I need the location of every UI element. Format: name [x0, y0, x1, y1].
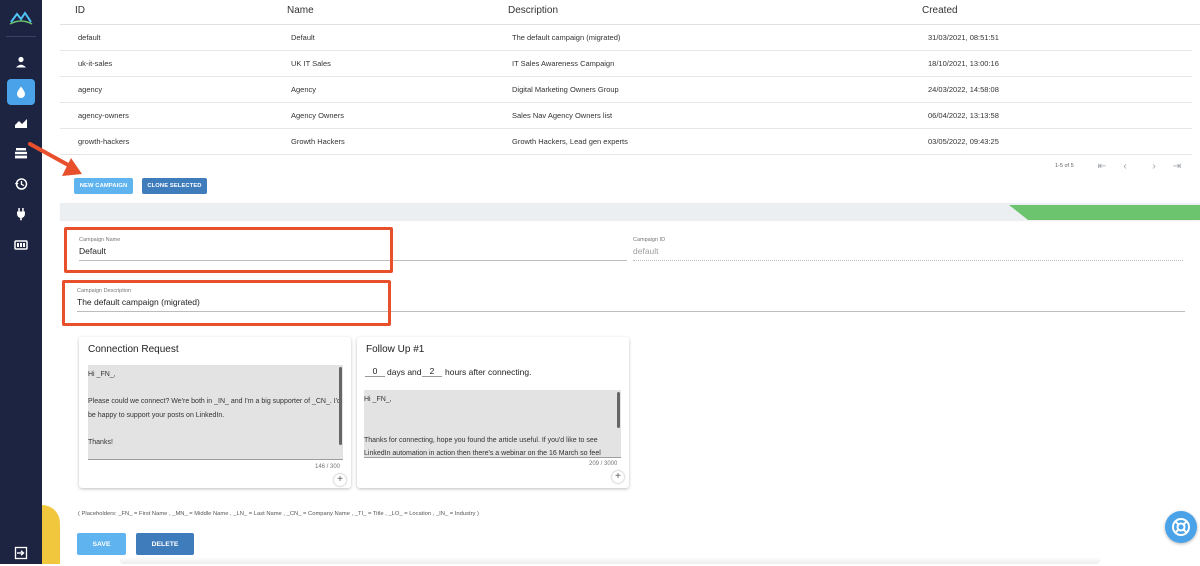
sidebar-item-devices[interactable]: [7, 232, 35, 258]
campaign-id-label: Campaign ID: [633, 237, 666, 243]
cell-created: 18/10/2021, 13:00:16: [928, 59, 999, 68]
sidebar-divider: [6, 36, 36, 37]
cell-name: Agency Owners: [291, 111, 344, 120]
logout-icon: [14, 546, 28, 560]
annotation-box-name: [64, 227, 393, 273]
plug-icon: [17, 208, 25, 221]
pagination-range: 1-5 of 5: [1055, 163, 1074, 169]
hours-input[interactable]: 2: [422, 366, 442, 377]
connection-message-textarea[interactable]: Hi _FN_, Please could we connect? We're …: [88, 365, 343, 460]
next-page-icon[interactable]: ›: [1148, 160, 1160, 172]
hours-label: hours after connecting.: [445, 367, 532, 377]
character-counter: 146 / 300: [315, 464, 341, 470]
chart-icon: [15, 119, 27, 128]
first-page-icon[interactable]: ⇤: [1096, 160, 1108, 172]
table-row[interactable]: agency Agency Digital Marketing Owners G…: [60, 76, 1192, 103]
column-header-description[interactable]: Description: [508, 5, 558, 16]
cell-id: agency: [78, 85, 103, 94]
days-input[interactable]: 0: [365, 366, 385, 377]
cell-description: Growth Hackers, Lead gen experts: [512, 137, 628, 146]
table-row[interactable]: agency-owners Agency Owners Sales Nav Ag…: [60, 102, 1192, 129]
card-title: Follow Up #1: [366, 344, 425, 355]
add-icon[interactable]: +: [334, 474, 346, 486]
sidebar-item-analytics[interactable]: [7, 110, 35, 136]
cell-name: Default: [291, 33, 315, 42]
sidebar-item-integrations[interactable]: [7, 201, 35, 227]
annotation-arrow-icon: [28, 142, 82, 176]
cell-id: uk-it-sales: [78, 59, 113, 68]
cell-name: Growth Hackers: [291, 137, 345, 146]
cell-created: 24/03/2022, 14:58:08: [928, 85, 999, 94]
table-row[interactable]: uk-it-sales UK IT Sales IT Sales Awarene…: [60, 50, 1192, 77]
annotation-box-description: [62, 280, 391, 326]
connection-request-card: Connection Request Hi _FN_, Please could…: [79, 337, 351, 488]
cell-description: Digital Marketing Owners Group: [512, 85, 619, 94]
logo-icon[interactable]: [9, 8, 33, 28]
sidebar-item-logout[interactable]: [7, 540, 35, 566]
cell-id: agency-owners: [78, 111, 129, 120]
placeholders-help-text: ( Placeholders: _FN_ = First Name , _MN_…: [78, 511, 479, 517]
campaigns-table-panel: ID Name Description Created default Defa…: [60, 0, 1200, 203]
delete-button[interactable]: DELETE: [136, 533, 194, 555]
cell-id: default: [78, 33, 101, 42]
add-icon[interactable]: +: [612, 471, 624, 483]
help-button[interactable]: [1165, 511, 1197, 543]
sidebar-item-profile[interactable]: [7, 49, 35, 75]
textarea-scrollbar[interactable]: [617, 392, 620, 428]
bottom-shadow: [120, 557, 1100, 564]
column-header-name[interactable]: Name: [287, 5, 314, 16]
clone-selected-button[interactable]: CLONE SELECTED: [142, 178, 207, 194]
cell-name: UK IT Sales: [291, 59, 331, 68]
column-header-created[interactable]: Created: [922, 5, 958, 16]
cell-description: Sales Nav Agency Owners list: [512, 111, 613, 120]
cell-created: 31/03/2021, 08:51:51: [928, 33, 999, 42]
cell-created: 03/05/2022, 09:43:25: [928, 137, 999, 146]
campaign-id-field: Campaign ID default: [633, 237, 1183, 261]
column-header-id[interactable]: ID: [75, 5, 85, 16]
table-header: ID Name Description Created: [60, 0, 1200, 25]
user-icon: [16, 56, 26, 68]
drop-icon: [17, 86, 25, 98]
card-title: Connection Request: [88, 344, 179, 355]
cell-description: IT Sales Awareness Campaign: [512, 59, 615, 68]
sidebar: [0, 0, 42, 564]
prev-page-icon[interactable]: ‹: [1119, 160, 1131, 172]
follow-up-card: Follow Up #1 Hi _FN_, Thanks for connect…: [357, 337, 629, 488]
textarea-scrollbar[interactable]: [339, 367, 342, 445]
sidebar-item-campaigns[interactable]: [7, 79, 35, 105]
cell-name: Agency: [291, 85, 317, 94]
follow-up-message-textarea[interactable]: Hi _FN_, Thanks for connecting, hope you…: [364, 390, 621, 458]
character-counter: 209 / 3000: [589, 461, 618, 467]
cell-description: The default campaign (migrated): [512, 33, 621, 42]
decorative-accent-yellow: [42, 505, 60, 564]
cell-created: 06/04/2022, 13:13:58: [928, 111, 999, 120]
table-row[interactable]: growth-hackers Growth Hackers Growth Hac…: [60, 128, 1192, 155]
table-row[interactable]: default Default The default campaign (mi…: [60, 24, 1192, 51]
last-page-icon[interactable]: ⇥: [1171, 160, 1183, 172]
campaign-id-value: default: [633, 246, 659, 256]
save-button[interactable]: SAVE: [77, 533, 126, 555]
grid-icon: [14, 240, 28, 250]
days-label: days and: [387, 367, 422, 377]
decorative-accent-green: [1009, 205, 1200, 220]
lifebuoy-icon: [1172, 518, 1190, 536]
